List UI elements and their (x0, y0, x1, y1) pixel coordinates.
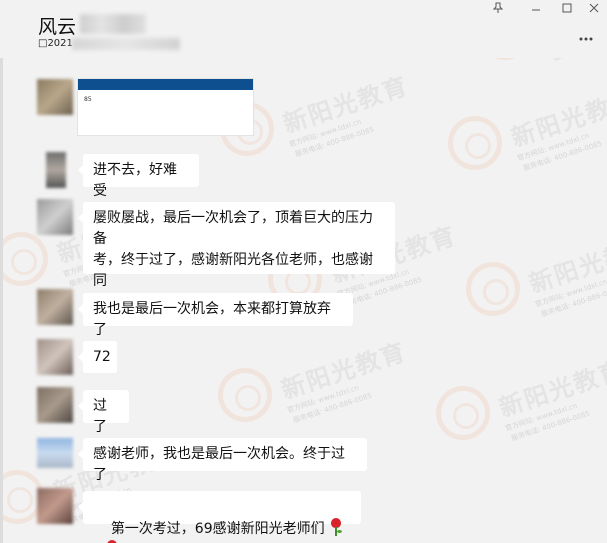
image-header (78, 79, 253, 90)
avatar[interactable] (37, 199, 73, 235)
message-bubble[interactable]: 我也是最后一次机会，本来都打算放弃了 (78, 293, 353, 338)
avatar[interactable] (37, 339, 73, 375)
watermark-phone: 服务电话: 400-886-0085 (522, 139, 603, 173)
chat-title: 风云 (38, 16, 77, 38)
watermark-logo-icon (218, 368, 272, 422)
redacted-subtitle (72, 38, 180, 50)
message-bubble[interactable]: 感谢老师，我也是最后一次机会。终于过了 (78, 438, 367, 483)
watermark-brand: 新阳光教育 (495, 355, 607, 423)
image-text: 85 (84, 96, 92, 103)
watermark-phone: 服务电话: 400-886-0085 (510, 409, 591, 443)
minimize-icon[interactable] (528, 2, 544, 18)
watermark-logo-icon (0, 232, 48, 286)
maximize-icon[interactable] (559, 2, 575, 18)
message-bubble[interactable]: 过了 (78, 390, 129, 435)
message-text: 第一次考过，69感谢新阳光老师们 (110, 521, 325, 537)
watermark-brand: 新阳光教育 (507, 85, 607, 153)
watermark-phone: 服务电话: 400-886-0085 (292, 391, 373, 425)
watermark-logo-icon (436, 386, 490, 440)
watermark-brand: 新阳光教育 (525, 231, 607, 299)
avatar[interactable] (37, 387, 73, 423)
avatar[interactable] (37, 438, 73, 468)
scroll-rail (0, 58, 3, 543)
image-message[interactable]: 85 (77, 78, 254, 136)
chat-subtitle: □2021 (38, 38, 73, 49)
message-bubble[interactable]: 进不去，好难受 (78, 154, 199, 199)
watermark-phone: 服务电话: 400-886-0085 (342, 275, 423, 309)
watermark-url: 官方网站: www.tdxl.cn (288, 117, 363, 149)
watermark-phone: 服务电话: 400-886-0085 (294, 125, 375, 159)
watermark-phone: 服务电话: 400-886-0085 (540, 285, 607, 319)
close-icon[interactable] (586, 2, 602, 18)
watermark-url: 官方网站: www.tdxl.cn (516, 131, 591, 163)
watermark-url: 官方网站: www.tdxl.cn (534, 277, 607, 309)
watermark-logo-icon (448, 116, 502, 170)
message-bubble[interactable]: 屡败屡战，最后一次机会了，顶着巨大的压力备 考，终于过了，感谢新阳光各位老师，也… (78, 202, 395, 310)
avatar[interactable] (37, 289, 73, 325)
chat-header: 风云 □2021 (0, 0, 607, 58)
watermark-brand: 新阳光教育 (277, 337, 411, 405)
pin-icon[interactable] (490, 2, 506, 18)
redacted-title (80, 14, 146, 34)
avatar[interactable] (37, 488, 73, 524)
avatar[interactable] (46, 152, 66, 188)
watermark-url: 官方网站: www.tdxl.cn (504, 401, 579, 433)
chat-window: 新阳光教育 官方网站: www.tdxl.cn 服务电话: 400-886-00… (0, 0, 607, 543)
watermark-url: 官方网站: www.tdxl.cn (286, 383, 361, 415)
more-icon[interactable] (578, 30, 594, 46)
watermark-brand: 新阳光教育 (279, 71, 413, 139)
message-bubble[interactable]: 72 (78, 341, 117, 373)
rose-icon (329, 518, 343, 536)
avatar[interactable] (37, 79, 73, 115)
watermark-logo-icon (466, 262, 520, 316)
message-bubble[interactable]: 第一次考过，69感谢新阳光老师们 (78, 491, 361, 543)
